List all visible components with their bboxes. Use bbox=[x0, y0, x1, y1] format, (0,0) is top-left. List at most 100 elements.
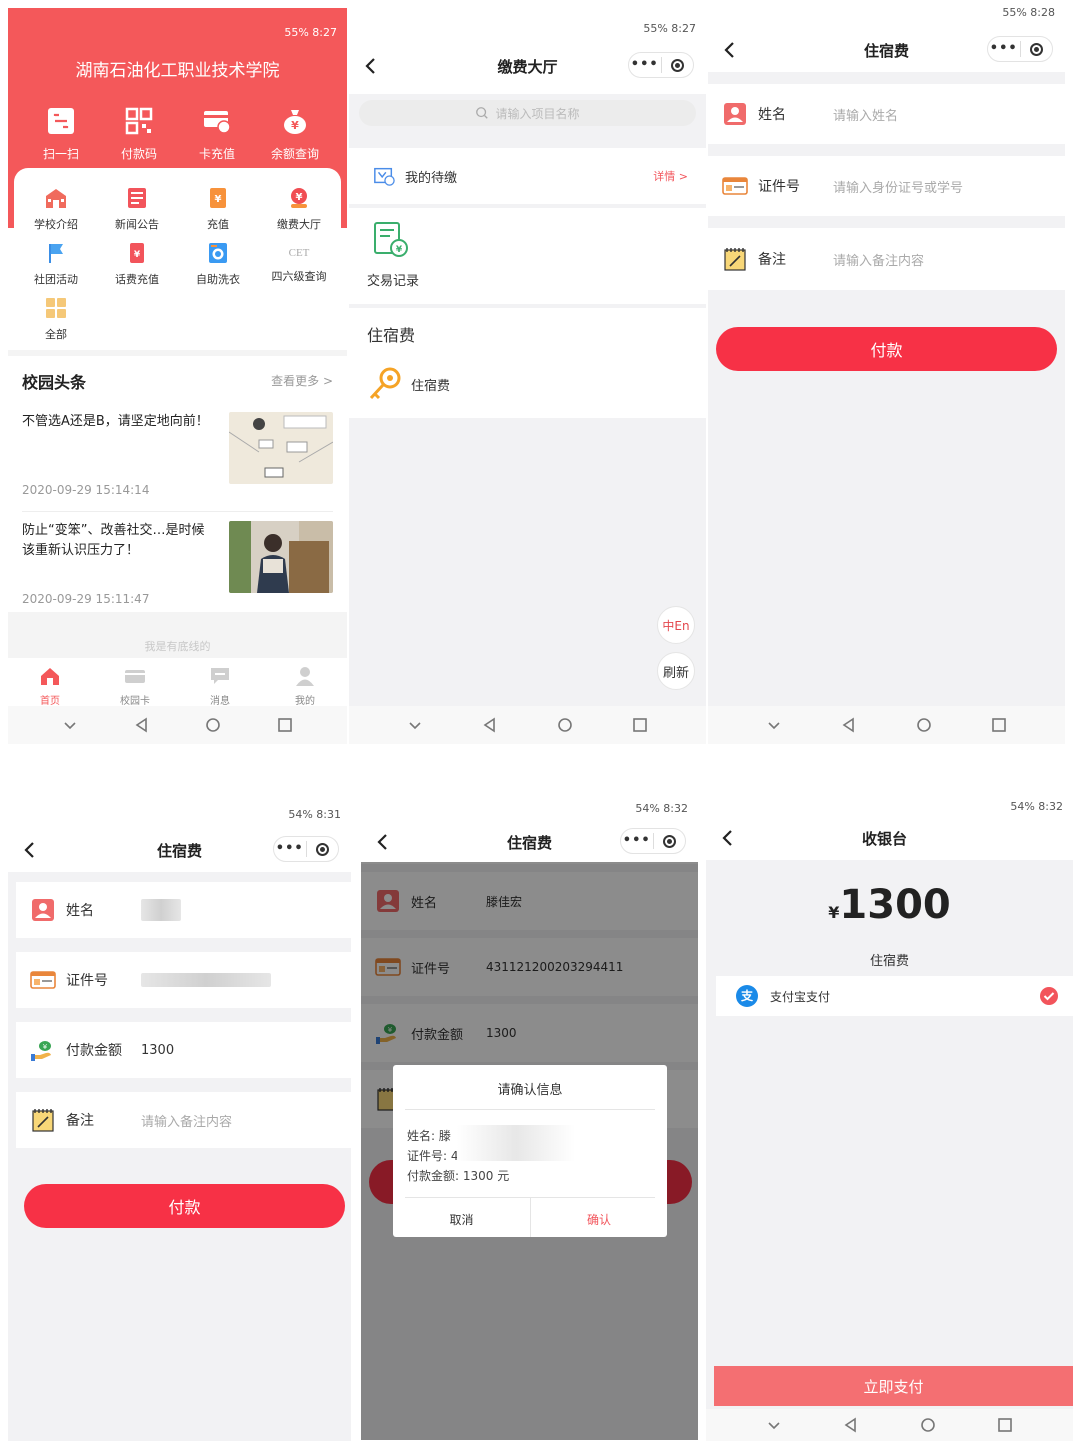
page-title: 住宿费 bbox=[863, 41, 909, 60]
grid-item-news[interactable]: 新闻公告 bbox=[102, 186, 172, 232]
nav-back-icon[interactable] bbox=[842, 1416, 860, 1434]
pending-detail-link[interactable]: 详情 > bbox=[653, 168, 688, 184]
accommodation-fee-item[interactable]: 住宿费 bbox=[365, 364, 450, 404]
nav-recents-icon[interactable] bbox=[996, 1416, 1014, 1434]
scan-button[interactable]: 扫一扫 bbox=[26, 106, 96, 162]
cet-icon: CET bbox=[288, 247, 310, 259]
search-input[interactable]: 请输入项目名称 bbox=[359, 100, 696, 126]
profile-icon bbox=[296, 667, 314, 686]
card-topup-button[interactable]: 卡充值 bbox=[182, 106, 252, 162]
confirm-screen: 54% 8:32 住宿费 ••• 姓名 滕佳宏 证件号 431121200203… bbox=[361, 788, 698, 1440]
pay-button[interactable]: 付款 bbox=[24, 1184, 345, 1228]
nav-back-icon[interactable] bbox=[133, 716, 151, 734]
nav-home-icon[interactable] bbox=[919, 1416, 937, 1434]
tab-campus-card[interactable]: 校园卡 bbox=[105, 665, 165, 707]
name-field-row[interactable]: 姓名 bbox=[16, 882, 351, 938]
pay-button[interactable]: 付款 bbox=[716, 327, 1057, 371]
balance-query-label: 余额查询 bbox=[270, 147, 319, 161]
remark-input[interactable]: 请输入备注内容 bbox=[833, 250, 924, 269]
payment-method-label: 支付宝支付 bbox=[770, 989, 831, 1004]
check-circle-icon[interactable] bbox=[1039, 986, 1059, 1006]
more-dots-icon[interactable]: ••• bbox=[629, 52, 661, 78]
pay-code-button[interactable]: 付款码 bbox=[104, 106, 174, 162]
id-value-blurred[interactable] bbox=[141, 973, 271, 987]
nav-home-icon[interactable] bbox=[204, 716, 222, 734]
tab-profile[interactable]: 我的 bbox=[275, 665, 335, 707]
svg-text:¥: ¥ bbox=[296, 192, 303, 203]
pay-code-label: 付款码 bbox=[120, 147, 157, 161]
payment-method-row[interactable]: 支 支付宝支付 bbox=[716, 976, 1073, 1016]
back-arrow-icon[interactable] bbox=[716, 826, 740, 850]
headline-title: 校园头条 bbox=[22, 373, 87, 392]
name-input[interactable]: 请输入姓名 bbox=[833, 105, 898, 124]
more-dots-icon[interactable]: ••• bbox=[621, 828, 653, 854]
back-arrow-icon[interactable] bbox=[18, 838, 42, 862]
transactions-row[interactable]: ¥ 交易记录 bbox=[349, 208, 706, 304]
nav-recents-icon[interactable] bbox=[631, 716, 649, 734]
grid-item-all[interactable]: 全部 bbox=[21, 296, 91, 342]
name-field-row[interactable]: 姓名 请输入姓名 bbox=[708, 84, 1065, 144]
chevron-down-icon[interactable] bbox=[61, 716, 79, 734]
all-apps-icon bbox=[46, 298, 66, 318]
cashier-screen: 54% 8:32 收银台 ¥1300 住宿费 支 支付宝支付 立即支付 bbox=[706, 788, 1073, 1441]
more-dots-icon[interactable]: ••• bbox=[274, 836, 306, 862]
news-title: 防止“变笨”、改善社交…是时候该重新认识压力了！ bbox=[22, 523, 205, 558]
nav-back-icon[interactable] bbox=[840, 716, 858, 734]
id-field-row[interactable]: 证件号 请输入身份证号或学号 bbox=[708, 156, 1065, 216]
name-value-blurred[interactable] bbox=[141, 899, 181, 921]
home-icon bbox=[41, 668, 59, 685]
grid-item-payment-hall[interactable]: ¥ 缴费大厅 bbox=[264, 186, 334, 232]
pending-row[interactable]: 我的待缴 详情 > bbox=[349, 148, 706, 204]
grid-item-school-intro[interactable]: 学校介绍 bbox=[21, 186, 91, 232]
close-target-icon[interactable] bbox=[1020, 42, 1052, 56]
more-dots-icon[interactable]: ••• bbox=[988, 36, 1020, 62]
nav-bar: 收银台 bbox=[706, 816, 1073, 860]
confirm-button[interactable]: 确认 bbox=[531, 1211, 667, 1228]
amount-field-row[interactable]: ¥ 付款金额 1300 bbox=[16, 1022, 351, 1078]
close-target-icon[interactable] bbox=[661, 58, 693, 72]
remark-field-row[interactable]: 备注 请输入备注内容 bbox=[16, 1092, 351, 1148]
balance-query-button[interactable]: ¥ 余额查询 bbox=[260, 106, 330, 162]
remark-input[interactable]: 请输入备注内容 bbox=[141, 1111, 232, 1130]
grid-item-cet-query[interactable]: CET 四六级查询 bbox=[264, 241, 334, 284]
grid-item-phone-bill[interactable]: ¥ 话费充值 bbox=[102, 241, 172, 287]
cancel-button[interactable]: 取消 bbox=[393, 1211, 530, 1228]
back-arrow-icon[interactable] bbox=[359, 54, 383, 78]
grid-item-recharge[interactable]: ¥ 充值 bbox=[183, 186, 253, 232]
back-arrow-icon[interactable] bbox=[718, 38, 742, 62]
pay-now-button[interactable]: 立即支付 bbox=[714, 1366, 1073, 1406]
id-input[interactable]: 请输入身份证号或学号 bbox=[833, 177, 963, 196]
tab-home[interactable]: 首页 bbox=[20, 665, 80, 707]
grid-item-label: 全部 bbox=[45, 328, 67, 341]
close-target-icon[interactable] bbox=[653, 834, 685, 848]
language-toggle-button[interactable]: 中En bbox=[657, 606, 695, 644]
chevron-down-icon[interactable] bbox=[765, 1416, 783, 1434]
grid-item-self-laundry[interactable]: 自助洗衣 bbox=[183, 241, 253, 287]
remark-label: 备注 bbox=[66, 1113, 94, 1129]
dialog-id: 证件号: 4 bbox=[407, 1149, 459, 1163]
nav-back-icon[interactable] bbox=[481, 716, 499, 734]
amount-value[interactable]: 1300 bbox=[141, 1043, 174, 1058]
news-title: 不管选A还是B，请坚定地向前！ bbox=[22, 414, 209, 429]
refresh-button[interactable]: 刷新 bbox=[657, 652, 695, 690]
id-field-row[interactable]: 证件号 bbox=[16, 952, 351, 1008]
news-item[interactable]: 不管选A还是B，请坚定地向前！ 2020-09-29 15:14:14 bbox=[22, 412, 333, 512]
grid-item-label: 学校介绍 bbox=[34, 218, 78, 231]
close-target-icon[interactable] bbox=[306, 842, 338, 856]
nav-home-icon[interactable] bbox=[556, 716, 574, 734]
tab-label: 校园卡 bbox=[120, 696, 150, 707]
id-card-icon bbox=[722, 177, 748, 195]
remark-field-row[interactable]: 备注 请输入备注内容 bbox=[708, 228, 1065, 290]
chevron-down-icon[interactable] bbox=[765, 716, 783, 734]
chevron-down-icon[interactable] bbox=[406, 716, 424, 734]
back-arrow-icon[interactable] bbox=[371, 830, 395, 854]
tab-label: 消息 bbox=[210, 696, 230, 707]
nav-recents-icon[interactable] bbox=[990, 716, 1008, 734]
qr-code-icon bbox=[125, 107, 153, 135]
tab-message[interactable]: 消息 bbox=[190, 665, 250, 707]
see-more-link[interactable]: 查看更多 > bbox=[271, 372, 333, 389]
news-item[interactable]: 防止“变笨”、改善社交…是时候该重新认识压力了！ 2020-09-29 15:1… bbox=[22, 521, 333, 621]
grid-item-club-activity[interactable]: 社团活动 bbox=[21, 241, 91, 287]
nav-recents-icon[interactable] bbox=[276, 716, 294, 734]
nav-home-icon[interactable] bbox=[915, 716, 933, 734]
